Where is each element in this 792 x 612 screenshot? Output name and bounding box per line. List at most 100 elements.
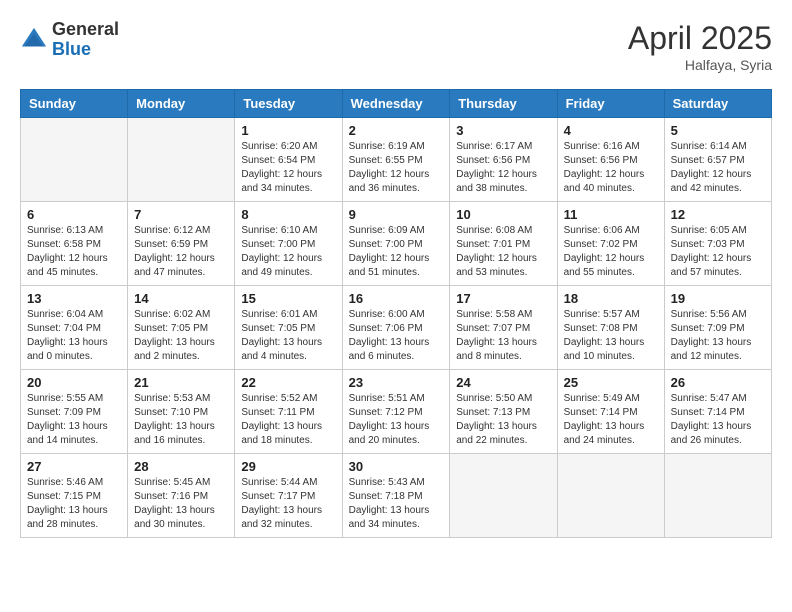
week-row-4: 20Sunrise: 5:55 AMSunset: 7:09 PMDayligh… — [21, 370, 772, 454]
sunrise-text: Sunrise: 5:58 AM — [456, 308, 550, 322]
day-number: 7 — [134, 207, 228, 222]
sunrise-text: Sunrise: 5:47 AM — [671, 392, 765, 406]
sunset-text: Sunset: 7:14 PM — [564, 406, 658, 420]
day-info: Sunrise: 6:14 AMSunset: 6:57 PMDaylight:… — [671, 140, 765, 196]
day-info: Sunrise: 6:16 AMSunset: 6:56 PMDaylight:… — [564, 140, 658, 196]
day-number: 23 — [349, 375, 444, 390]
sunrise-text: Sunrise: 5:50 AM — [456, 392, 550, 406]
calendar-header-row: SundayMondayTuesdayWednesdayThursdayFrid… — [21, 90, 772, 118]
sunrise-text: Sunrise: 6:00 AM — [349, 308, 444, 322]
daylight-text: Daylight: 13 hours and 12 minutes. — [671, 336, 765, 364]
day-number: 2 — [349, 123, 444, 138]
day-number: 10 — [456, 207, 550, 222]
day-number: 27 — [27, 459, 121, 474]
logo-blue-text: Blue — [52, 40, 119, 60]
day-info: Sunrise: 5:52 AMSunset: 7:11 PMDaylight:… — [241, 392, 335, 448]
sunrise-text: Sunrise: 6:17 AM — [456, 140, 550, 154]
calendar-cell: 9Sunrise: 6:09 AMSunset: 7:00 PMDaylight… — [342, 202, 450, 286]
sunrise-text: Sunrise: 6:02 AM — [134, 308, 228, 322]
sunset-text: Sunset: 7:15 PM — [27, 490, 121, 504]
day-info: Sunrise: 6:05 AMSunset: 7:03 PMDaylight:… — [671, 224, 765, 280]
sunset-text: Sunset: 7:16 PM — [134, 490, 228, 504]
sunset-text: Sunset: 7:02 PM — [564, 238, 658, 252]
day-number: 29 — [241, 459, 335, 474]
day-info: Sunrise: 6:02 AMSunset: 7:05 PMDaylight:… — [134, 308, 228, 364]
daylight-text: Daylight: 12 hours and 53 minutes. — [456, 252, 550, 280]
daylight-text: Daylight: 12 hours and 47 minutes. — [134, 252, 228, 280]
sunrise-text: Sunrise: 6:08 AM — [456, 224, 550, 238]
sunset-text: Sunset: 7:05 PM — [241, 322, 335, 336]
day-info: Sunrise: 5:51 AMSunset: 7:12 PMDaylight:… — [349, 392, 444, 448]
week-row-5: 27Sunrise: 5:46 AMSunset: 7:15 PMDayligh… — [21, 454, 772, 538]
day-number: 24 — [456, 375, 550, 390]
daylight-text: Daylight: 12 hours and 49 minutes. — [241, 252, 335, 280]
day-info: Sunrise: 6:13 AMSunset: 6:58 PMDaylight:… — [27, 224, 121, 280]
daylight-text: Daylight: 12 hours and 38 minutes. — [456, 168, 550, 196]
calendar-cell: 12Sunrise: 6:05 AMSunset: 7:03 PMDayligh… — [664, 202, 771, 286]
sunrise-text: Sunrise: 6:06 AM — [564, 224, 658, 238]
day-info: Sunrise: 6:06 AMSunset: 7:02 PMDaylight:… — [564, 224, 658, 280]
title-block: April 2025 Halfaya, Syria — [628, 20, 772, 73]
week-row-1: 1Sunrise: 6:20 AMSunset: 6:54 PMDaylight… — [21, 118, 772, 202]
calendar-cell: 5 Sunrise: 6:14 AMSunset: 6:57 PMDaylight… — [664, 118, 771, 202]
sunrise-text: Sunrise: 5:56 AM — [671, 308, 765, 322]
sunset-text: Sunset: 6:55 PM — [349, 154, 444, 168]
calendar-cell: 6Sunrise: 6:13 AMSunset: 6:58 PMDaylight… — [21, 202, 128, 286]
daylight-text: Daylight: 12 hours and 57 minutes. — [671, 252, 765, 280]
sunrise-text: Sunrise: 6:12 AM — [134, 224, 228, 238]
sunrise-text: Sunrise: 5:44 AM — [241, 476, 335, 490]
calendar-cell: 18Sunrise: 5:57 AMSunset: 7:08 PMDayligh… — [557, 286, 664, 370]
day-info: Sunrise: 6:17 AMSunset: 6:56 PMDaylight:… — [456, 140, 550, 196]
day-number: 5 — [671, 123, 765, 138]
sunrise-text: Sunrise: 5:45 AM — [134, 476, 228, 490]
day-number: 22 — [241, 375, 335, 390]
day-info: Sunrise: 5:47 AMSunset: 7:14 PMDaylight:… — [671, 392, 765, 448]
sunset-text: Sunset: 7:03 PM — [671, 238, 765, 252]
day-number: 8 — [241, 207, 335, 222]
week-row-3: 13Sunrise: 6:04 AMSunset: 7:04 PMDayligh… — [21, 286, 772, 370]
sunset-text: Sunset: 7:17 PM — [241, 490, 335, 504]
sunset-text: Sunset: 6:58 PM — [27, 238, 121, 252]
logo-general-text: General — [52, 20, 119, 40]
daylight-text: Daylight: 13 hours and 28 minutes. — [27, 504, 121, 532]
daylight-text: Daylight: 12 hours and 45 minutes. — [27, 252, 121, 280]
day-info: Sunrise: 5:55 AMSunset: 7:09 PMDaylight:… — [27, 392, 121, 448]
sunset-text: Sunset: 7:13 PM — [456, 406, 550, 420]
day-number: 19 — [671, 291, 765, 306]
daylight-text: Daylight: 12 hours and 40 minutes. — [564, 168, 658, 196]
day-info: Sunrise: 5:56 AMSunset: 7:09 PMDaylight:… — [671, 308, 765, 364]
sunset-text: Sunset: 7:01 PM — [456, 238, 550, 252]
sunrise-text: Sunrise: 5:57 AM — [564, 308, 658, 322]
calendar-cell: 11 Sunrise: 6:06 AMSunset: 7:02 PMDayligh… — [557, 202, 664, 286]
daylight-text: Daylight: 13 hours and 2 minutes. — [134, 336, 228, 364]
daylight-text: Daylight: 13 hours and 6 minutes. — [349, 336, 444, 364]
column-header-saturday: Saturday — [664, 90, 771, 118]
daylight-text: Daylight: 13 hours and 34 minutes. — [349, 504, 444, 532]
day-info: Sunrise: 6:12 AMSunset: 6:59 PMDaylight:… — [134, 224, 228, 280]
sunset-text: Sunset: 7:09 PM — [27, 406, 121, 420]
calendar-cell: 29Sunrise: 5:44 AMSunset: 7:17 PMDayligh… — [235, 454, 342, 538]
day-info: Sunrise: 5:43 AMSunset: 7:18 PMDaylight:… — [349, 476, 444, 532]
day-number: 1 — [241, 123, 335, 138]
day-info: Sunrise: 6:19 AMSunset: 6:55 PMDaylight:… — [349, 140, 444, 196]
sunrise-text: Sunrise: 6:19 AM — [349, 140, 444, 154]
sunrise-text: Sunrise: 6:13 AM — [27, 224, 121, 238]
month-year-title: April 2025 — [628, 20, 772, 57]
day-number: 18 — [564, 291, 658, 306]
calendar-cell: 4Sunrise: 6:16 AMSunset: 6:56 PMDaylight… — [557, 118, 664, 202]
calendar-cell — [664, 454, 771, 538]
day-info: Sunrise: 5:53 AMSunset: 7:10 PMDaylight:… — [134, 392, 228, 448]
sunset-text: Sunset: 7:05 PM — [134, 322, 228, 336]
daylight-text: Daylight: 13 hours and 10 minutes. — [564, 336, 658, 364]
day-number: 16 — [349, 291, 444, 306]
sunset-text: Sunset: 6:59 PM — [134, 238, 228, 252]
sunrise-text: Sunrise: 6:14 AM — [671, 140, 765, 154]
daylight-text: Daylight: 12 hours and 42 minutes. — [671, 168, 765, 196]
day-number: 21 — [134, 375, 228, 390]
day-info: Sunrise: 5:45 AMSunset: 7:16 PMDaylight:… — [134, 476, 228, 532]
sunset-text: Sunset: 6:54 PM — [241, 154, 335, 168]
calendar-cell: 25Sunrise: 5:49 AMSunset: 7:14 PMDayligh… — [557, 370, 664, 454]
day-number: 9 — [349, 207, 444, 222]
day-number: 11 — [564, 207, 658, 222]
column-header-tuesday: Tuesday — [235, 90, 342, 118]
